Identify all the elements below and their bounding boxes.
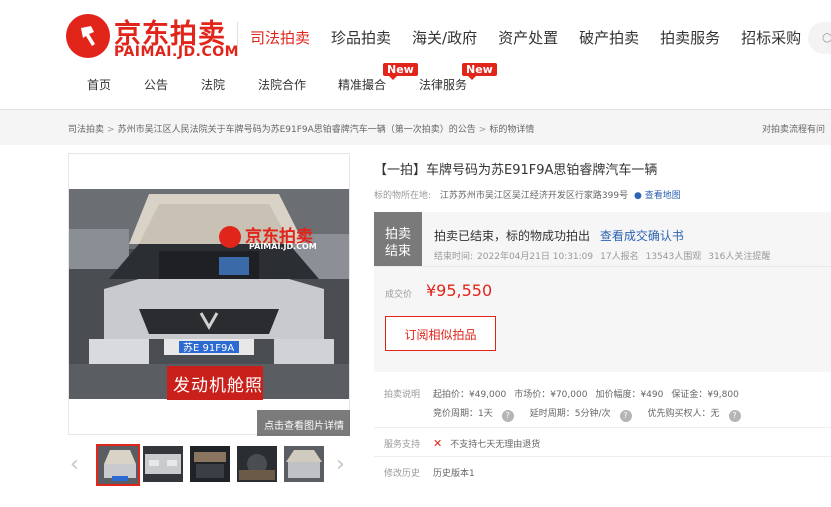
logo-url: PAIMAI.JD.COM: [114, 44, 240, 60]
breadcrumb: 司法拍卖 > 苏州市吴江区人民法院关于车牌号码为苏E91F9A思铂睿牌汽车一辆（第一…: [0, 110, 831, 145]
nav-bidding-procurement[interactable]: 招标采购: [741, 28, 801, 52]
watermark-logo-icon: [219, 226, 241, 248]
map-pin-icon: ●: [633, 191, 642, 201]
nav-customs-government[interactable]: 海关/政府: [412, 28, 477, 52]
item-title: 【一拍】车牌号码为苏E91F9A思铂睿牌汽车一辆: [374, 163, 658, 178]
row-divider: [374, 427, 831, 428]
watermark-url: PAIMAI.JD.COM: [249, 242, 317, 251]
watermark: 京东拍卖 PAIMAI.JD.COM: [219, 224, 339, 254]
photo-caption: 发动机舱照: [167, 366, 263, 400]
thumbnail-1[interactable]: [96, 444, 140, 486]
thumbnail-strip: ‹ ›: [68, 443, 353, 487]
item-location: 标的物所在地: 江苏苏州市吴江区吴江经济开发区行家路399号 ● 查看地图: [374, 188, 681, 201]
priority-buyer: 优先购买权人：无: [647, 409, 720, 419]
follower-count: 316人关注提醒: [708, 252, 771, 262]
breadcrumb-current: 标的物详情: [489, 125, 535, 135]
new-badge: New: [462, 63, 497, 80]
auction-info-line2: 竞价周期：1天? 延时周期：5分钟/次? 优先购买权人：无?: [433, 406, 757, 422]
subnav-courts[interactable]: 法院: [201, 76, 225, 93]
subscribe-similar-label: 订阅相似拍品: [404, 328, 477, 342]
nav-judicial-auction[interactable]: 司法拍卖: [250, 28, 310, 52]
service-support-label: 服务支持: [384, 440, 421, 450]
start-price: 起拍价：¥49,000: [433, 390, 507, 400]
close-icon: ✕: [433, 437, 443, 450]
subscribe-similar-button[interactable]: 订阅相似拍品: [385, 316, 496, 351]
nav-treasure-auction[interactable]: 珍品拍卖: [331, 28, 391, 52]
hammer-logo-icon: [66, 14, 110, 58]
status-divider: [374, 266, 831, 267]
subnav-home[interactable]: 首页: [87, 76, 111, 93]
photo-caption-text: 发动机舱照: [173, 376, 263, 396]
search-icon: ○: [822, 30, 831, 44]
view-image-details-label: 点击查看图片详情: [264, 421, 344, 432]
header: 京东拍卖 PAIMAI.JD.COM 司法拍卖 珍品拍卖 海关/政府 资产处置 …: [0, 0, 831, 110]
status-tag-line2: 结束: [384, 244, 411, 259]
delay-period: 延时周期：5分钟/次: [529, 409, 611, 419]
signup-count: 17人报名: [600, 252, 639, 262]
auction-info-label: 拍卖说明: [384, 390, 421, 400]
thumbnail-4[interactable]: [237, 446, 277, 482]
subnav-court-cooperation[interactable]: 法院合作: [258, 76, 306, 93]
revision-history-label: 修改历史: [384, 469, 421, 479]
main-nav: 司法拍卖 珍品拍卖 海关/政府 资产处置 破产拍卖 拍卖服务 招标采购: [250, 28, 822, 52]
breadcrumb-announcement[interactable]: 苏州市吴江区人民法院关于车牌号码为苏E91F9A思铂睿牌汽车一辆（第一次拍卖）的…: [118, 125, 476, 135]
subnav-announcements[interactable]: 公告: [144, 76, 168, 93]
nav-asset-disposal[interactable]: 资产处置: [498, 28, 558, 52]
deposit: 保证金：¥9,800: [671, 390, 739, 400]
breadcrumb-separator-icon: >: [478, 125, 487, 135]
chevron-left-icon[interactable]: ‹: [70, 454, 79, 476]
nav-auction-services[interactable]: 拍卖服务: [660, 28, 720, 52]
chevron-right-icon[interactable]: ›: [336, 454, 345, 476]
breadcrumb-judicial[interactable]: 司法拍卖: [68, 125, 104, 135]
view-image-details-button[interactable]: 点击查看图片详情: [257, 410, 350, 436]
status-message: 拍卖已结束，标的物成功拍出 查看成交确认书: [434, 227, 684, 244]
location-label: 标的物所在地:: [374, 191, 432, 201]
location-address: 江苏苏州市吴江区吴江经济开发区行家路399号: [439, 191, 629, 201]
view-map-link[interactable]: 查看地图: [645, 191, 681, 201]
view-count: 13543人围观: [645, 252, 702, 262]
deal-price-label: 成交价: [385, 290, 413, 300]
auction-ended-tag: 拍卖 结束: [374, 212, 422, 266]
process-help-link[interactable]: 对拍卖流程有问: [762, 122, 825, 135]
service-support-value: ✕ 不支持七天无理由退货: [433, 437, 548, 450]
market-price: 市场价：¥70,000: [514, 390, 588, 400]
breadcrumb-separator-icon: >: [107, 125, 115, 135]
main-image-viewer: 苏E 91F9A 京东拍卖 PAIMAI.JD.COM 发动机舱照 点击查看图片…: [68, 153, 350, 436]
status-details: 结束时间: 2022年04月21日 10:31:09 17人报名 13543人围观 31…: [434, 249, 777, 262]
thumbnail-3[interactable]: [190, 446, 230, 482]
jd-paimai-logo[interactable]: 京东拍卖 PAIMAI.JD.COM: [66, 14, 240, 64]
bid-increment: 加价幅度：¥490: [595, 390, 664, 400]
thumbnail-5[interactable]: [284, 446, 324, 482]
row-divider: [374, 456, 831, 457]
subnav-precise-matching[interactable]: 精准撮合: [338, 76, 386, 93]
auction-info-line1: 起拍价：¥49,000 市场价：¥70,000 加价幅度：¥490 保证金：¥9,80…: [433, 387, 747, 400]
new-badge: New: [383, 63, 418, 80]
help-icon[interactable]: ?: [501, 410, 514, 422]
status-message-text: 拍卖已结束，标的物成功拍出: [434, 229, 591, 243]
no-return-policy: 不支持七天无理由退货: [450, 440, 541, 450]
help-icon[interactable]: ?: [728, 410, 741, 422]
end-time-label: 结束时间:: [434, 252, 474, 262]
subnav-legal-services[interactable]: 法律服务: [419, 76, 467, 93]
license-plate: 苏E 91F9A: [183, 341, 234, 354]
end-time-value: 2022年04月21日 10:31:09: [477, 252, 594, 262]
logo-divider: [237, 22, 238, 52]
thumbnail-2[interactable]: [143, 446, 183, 482]
revision-history-link[interactable]: 历史版本1: [433, 466, 475, 479]
bid-period: 竞价周期：1天: [433, 409, 493, 419]
help-icon[interactable]: ?: [619, 410, 632, 422]
view-confirmation-link[interactable]: 查看成交确认书: [600, 229, 684, 243]
nav-bankruptcy-auction[interactable]: 破产拍卖: [579, 28, 639, 52]
auction-status-panel: 拍卖 结束 拍卖已结束，标的物成功拍出 查看成交确认书 结束时间: 2022年04…: [374, 212, 831, 372]
deal-price-value: ¥95,550: [426, 281, 493, 300]
